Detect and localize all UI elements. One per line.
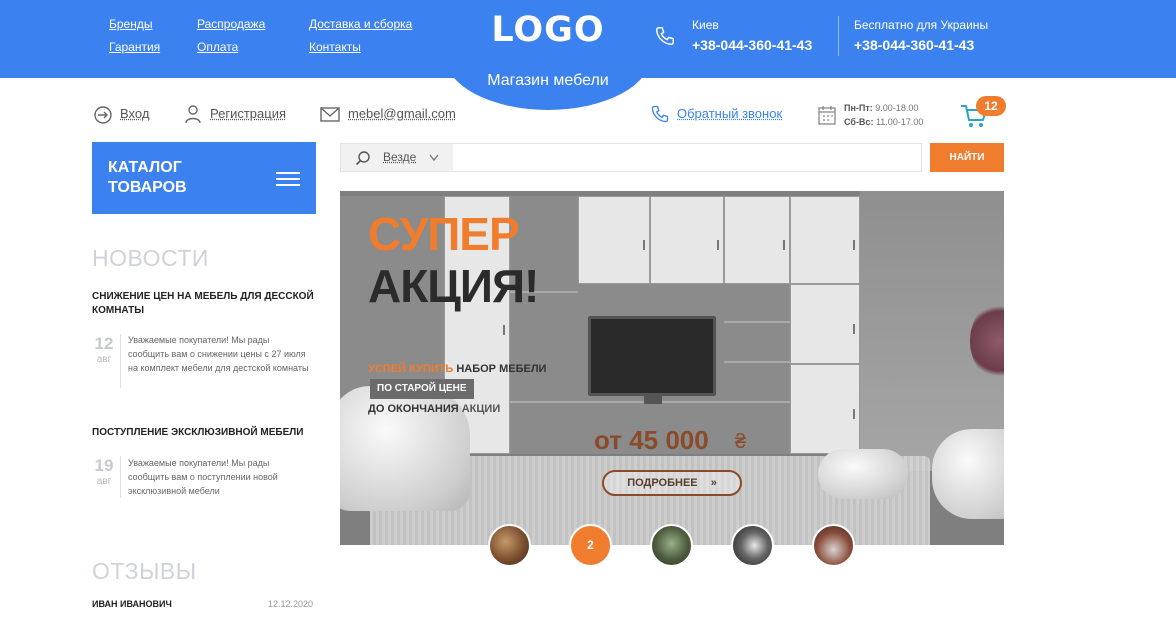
news-item-title[interactable]: Снижение цен на мебель для десской комна…: [92, 290, 314, 318]
slide-thumb-2[interactable]: 2: [569, 524, 612, 567]
search-icon: [355, 151, 370, 166]
news-section-title: НОВОСТИ: [92, 245, 209, 271]
more-button-label: ПОДРОБНЕЕ: [627, 477, 698, 489]
promo-line-3: ДО ОКОНЧАНИЯ АКЦИИ: [368, 403, 500, 415]
nav-link-contacts[interactable]: Контакты: [309, 40, 361, 54]
nav-link-warranty[interactable]: Гарантия: [109, 40, 160, 54]
work-schedule: Пн-Пт: 9.00-18.00 Сб-Вс: 11.00-17.00: [844, 101, 923, 129]
nav-link-brands[interactable]: Бренды: [109, 17, 152, 31]
promo-title-action: АКЦИЯ!: [368, 260, 539, 312]
news-divider: [120, 334, 121, 388]
login-icon: [94, 106, 112, 124]
review-author: ИВАН ИВАНОВИЧ: [92, 599, 172, 609]
promo-banner[interactable]: СУПЕР АКЦИЯ! УСПЕЙ КУПИТЬ НАБОР МЕБЕЛИ П…: [340, 191, 1004, 545]
news-item-text: Уважаемые покупатели! Мы рады сообщить в…: [128, 458, 278, 496]
catalog-label: КАТАЛОГ ТОВАРОВ: [108, 159, 187, 196]
promo-price: от 45 000: [594, 425, 709, 455]
banner-armchair-right: [932, 429, 1004, 519]
news-item-title[interactable]: Поступление эксклюзивной мебели: [92, 426, 314, 440]
promo-title-super: СУПЕР: [368, 208, 520, 260]
callback-phone-icon: [651, 105, 669, 123]
slide-thumb-4[interactable]: [731, 524, 774, 567]
topbar-divider: [838, 16, 839, 56]
promo-until-text: ДО ОКОНЧАНИЯ: [368, 403, 459, 415]
nav-link-payment[interactable]: Оплата: [197, 40, 238, 54]
chevron-down-icon: [429, 154, 439, 162]
search-bar: Везде: [340, 143, 922, 172]
news-item-month: авг: [96, 476, 112, 487]
callback-link[interactable]: Обратный звонок: [677, 106, 782, 121]
site-tagline: Магазин мебели: [487, 72, 609, 89]
news-item-day: 19: [94, 456, 114, 475]
contact-phone[interactable]: +38-044-360-41-43: [692, 37, 812, 53]
slide-thumb-3[interactable]: [650, 524, 693, 567]
news-item-day: 12: [94, 334, 114, 353]
search-scope-select[interactable]: Везде: [341, 144, 453, 171]
catalog-button[interactable]: КАТАЛОГ ТОВАРОВ: [92, 142, 316, 214]
site-logo[interactable]: LOGO: [444, 10, 652, 50]
reviews-section-title: ОТЗЫВЫ: [92, 558, 197, 584]
news-divider: [120, 456, 121, 498]
review-date: 12.12.2020: [268, 599, 314, 609]
hamburger-icon: [276, 172, 300, 190]
nav-link-delivery[interactable]: Доставка и сборка: [309, 17, 412, 31]
contact-city: Киев: [692, 18, 719, 32]
search-input[interactable]: [455, 144, 919, 171]
schedule-weekend: 11.00-17.00: [875, 117, 924, 127]
banner-tv-stand: [644, 396, 662, 404]
mail-icon: [320, 107, 340, 122]
double-chevron-right-icon: »: [710, 477, 717, 489]
email-link[interactable]: mebel@gmail.com: [348, 106, 456, 121]
slide-thumb-5[interactable]: [812, 524, 855, 567]
promo-line-1: УСПЕЙ КУПИТЬ НАБОР МЕБЕЛИ: [368, 363, 546, 375]
user-icon: [185, 105, 201, 124]
promo-set-text: НАБОР МЕБЕЛИ: [456, 363, 547, 375]
schedule-weekdays: 9.00-18.00: [875, 103, 919, 113]
login-link[interactable]: Вход: [120, 106, 149, 121]
calendar-icon: [818, 106, 836, 125]
banner-tv: [588, 316, 716, 396]
nav-link-sale[interactable]: Распродажа: [197, 17, 265, 31]
schedule-weekdays-label: Пн-Пт:: [844, 103, 873, 113]
search-scope-value: Везде: [383, 150, 417, 164]
register-link[interactable]: Регистрация: [210, 106, 286, 121]
promo-currency: ₴: [735, 431, 747, 453]
free-call-label: Бесплатно для Украины: [854, 18, 989, 32]
search-button[interactable]: НАЙТИ: [930, 143, 1004, 172]
schedule-weekend-label: Сб-Вс:: [844, 117, 874, 127]
free-call-phone[interactable]: +38-044-360-41-43: [854, 37, 974, 53]
news-item-text: Уважаемые покупатели! Мы рады сообщить в…: [128, 335, 309, 373]
more-button[interactable]: ПОДРОБНЕЕ »: [602, 470, 742, 496]
slide-thumb-1[interactable]: [488, 524, 531, 567]
promo-hurry-text: УСПЕЙ КУПИТЬ: [368, 363, 454, 375]
cart-count-badge: 12: [976, 96, 1006, 116]
promo-action-word: АКЦИИ: [461, 403, 501, 415]
news-item-month: авг: [96, 354, 112, 365]
promo-old-price-tag: ПО СТАРОЙ ЦЕНЕ: [370, 379, 474, 399]
banner-ottoman: [818, 449, 908, 499]
phone-icon: [656, 27, 674, 45]
